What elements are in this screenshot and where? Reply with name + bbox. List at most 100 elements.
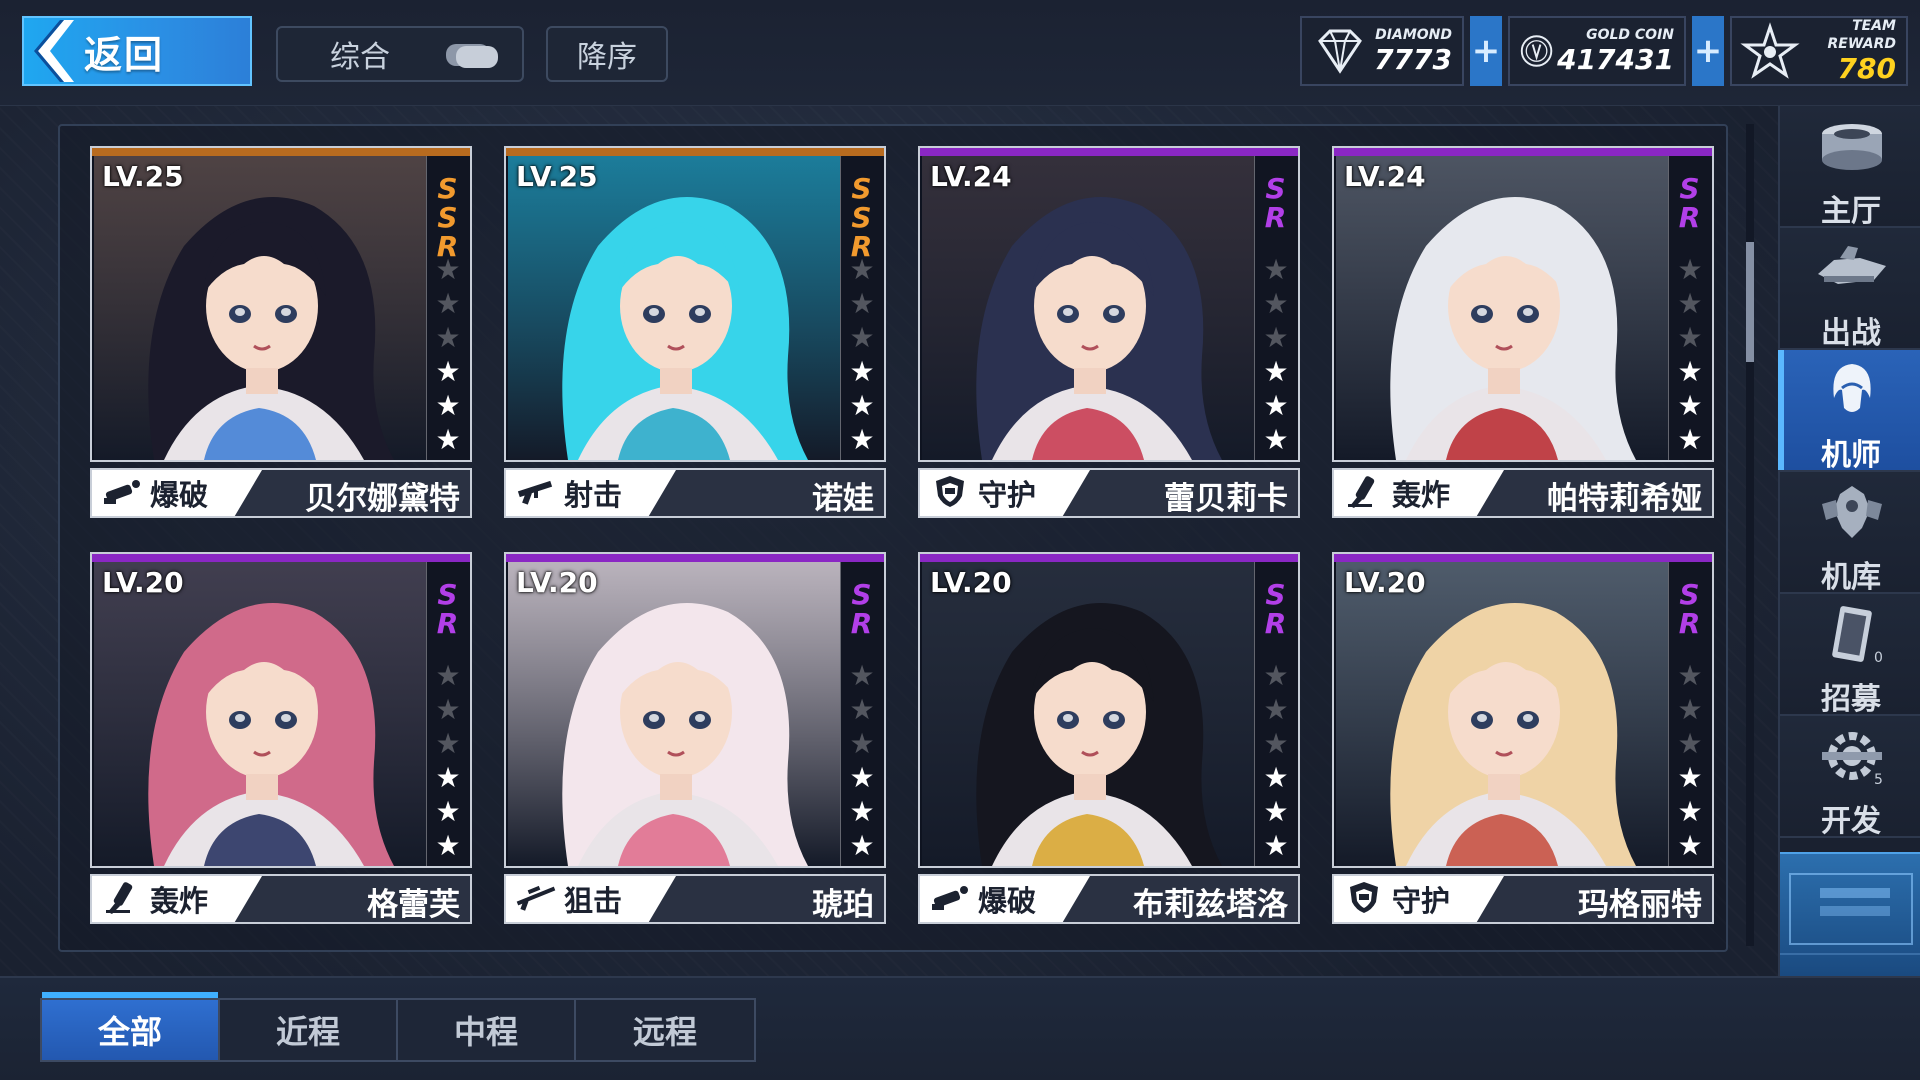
- class-badge: 守护: [920, 470, 1090, 516]
- nav-label: 出战: [1821, 316, 1881, 351]
- pilot-card[interactable]: SSR ★ ★ ★ ★ ★ ★ LV.25 爆破 贝尔娜黛特: [90, 146, 472, 518]
- nav-recruit[interactable]: 0 招募: [1780, 594, 1920, 717]
- star-empty-icon: ★: [849, 287, 875, 320]
- star-filled-icon: ★: [435, 423, 461, 456]
- back-button[interactable]: 返回: [22, 16, 252, 86]
- pilot-portrait-art: [1336, 562, 1668, 866]
- rarity-sidebar: SR ★ ★ ★ ★ ★ ★: [426, 562, 470, 866]
- rarity-label: SR: [1259, 172, 1292, 230]
- star-filled-icon: ★: [849, 761, 875, 794]
- pilot-portrait-art: [922, 562, 1254, 866]
- star-filled-icon: ★: [435, 761, 461, 794]
- pilot-nameplate: 守护 蕾贝莉卡: [918, 468, 1300, 518]
- star-filled-icon: ★: [849, 355, 875, 388]
- sort-label: 综合: [330, 40, 390, 75]
- add-gold-button[interactable]: +: [1692, 16, 1724, 86]
- order-button[interactable]: 降序: [546, 26, 668, 82]
- scrollbar[interactable]: [1746, 124, 1754, 946]
- nav-label: 机库: [1821, 560, 1881, 595]
- nav-sortie[interactable]: 出战: [1780, 228, 1920, 351]
- gold-coin-counter: GOLD COIN 417431: [1508, 16, 1686, 86]
- rarity-sidebar: SR ★ ★ ★ ★ ★ ★: [1668, 156, 1712, 460]
- rarity-bar: [920, 554, 1298, 562]
- pilot-card[interactable]: SR ★ ★ ★ ★ ★ ★ LV.24 守护 蕾贝莉卡: [918, 146, 1300, 518]
- pilot-card[interactable]: SR ★ ★ ★ ★ ★ ★ LV.24 轰炸 帕特莉希娅: [1332, 146, 1714, 518]
- tab-long-range[interactable]: 远程: [576, 1000, 754, 1060]
- pilot-card[interactable]: SSR ★ ★ ★ ★ ★ ★ LV.25 射击 诺娃: [504, 146, 886, 518]
- minimap[interactable]: [1780, 852, 1920, 976]
- develop-gear-icon: 5: [1822, 732, 1883, 788]
- recruit-badge: 0: [1874, 650, 1883, 666]
- star-filled-icon: ★: [1263, 389, 1289, 422]
- pilot-name: 琥珀: [812, 887, 874, 923]
- pilot-nameplate: 爆破 布莉兹塔洛: [918, 874, 1300, 924]
- star-empty-icon: ★: [435, 253, 461, 286]
- pilot-portrait-art: [508, 156, 840, 460]
- star-empty-icon: ★: [1677, 321, 1703, 354]
- star-empty-icon: ★: [849, 659, 875, 692]
- pilot-card[interactable]: SR ★ ★ ★ ★ ★ ★ LV.20 爆破 布莉兹塔洛: [918, 552, 1300, 924]
- star-filled-icon: ★: [1677, 829, 1703, 862]
- add-diamond-button[interactable]: +: [1470, 16, 1502, 86]
- star-empty-icon: ★: [1677, 693, 1703, 726]
- rarity-sidebar: SR ★ ★ ★ ★ ★ ★: [1254, 156, 1298, 460]
- pilot-portrait-art: [94, 156, 426, 460]
- pilot-name: 蕾贝莉卡: [1164, 481, 1288, 517]
- pilot-card[interactable]: SR ★ ★ ★ ★ ★ ★ LV.20 轰炸 格蕾芙: [90, 552, 472, 924]
- level-label: LV.25: [516, 160, 598, 193]
- star-empty-icon: ★: [435, 287, 461, 320]
- rarity-label: SR: [431, 578, 464, 636]
- rarity-bar: [920, 148, 1298, 156]
- tab-all[interactable]: 全部: [42, 992, 220, 1060]
- level-label: LV.20: [102, 566, 184, 599]
- pilot-portrait-art: [1336, 156, 1668, 460]
- rarity-bar: [92, 148, 470, 156]
- rarity-label: SR: [1673, 172, 1706, 230]
- star-rating: ★ ★ ★ ★ ★ ★: [1676, 256, 1704, 454]
- shield-icon: [930, 474, 970, 512]
- sniper-icon: [516, 880, 556, 918]
- nav-label: 机师: [1821, 438, 1881, 473]
- nav-hangar[interactable]: 机库: [1780, 472, 1920, 595]
- pilot-portrait-art: [922, 156, 1254, 460]
- star-filled-icon: ★: [1263, 761, 1289, 794]
- pilot-name: 贝尔娜黛特: [305, 481, 460, 517]
- scrollbar-thumb[interactable]: [1746, 242, 1754, 362]
- level-label: LV.20: [930, 566, 1012, 599]
- rarity-sidebar: SR ★ ★ ★ ★ ★ ★: [1668, 562, 1712, 866]
- class-label: 射击: [564, 478, 623, 512]
- pilot-icon: [1833, 364, 1871, 412]
- pilot-nameplate: 轰炸 帕特莉希娅: [1332, 468, 1714, 518]
- bomber-icon: [1344, 474, 1384, 512]
- gold-coin-value: 417431: [1557, 43, 1674, 76]
- sort-dropdown[interactable]: 综合: [276, 26, 524, 82]
- pilot-card[interactable]: SR ★ ★ ★ ★ ★ ★ LV.20 守护 玛格丽特: [1332, 552, 1714, 924]
- nav-develop[interactable]: 5 开发: [1780, 716, 1920, 839]
- pilot-portrait: SR ★ ★ ★ ★ ★ ★ LV.20: [504, 552, 886, 868]
- star-rating: ★ ★ ★ ★ ★ ★: [848, 256, 876, 454]
- pilot-portrait: SSR ★ ★ ★ ★ ★ ★ LV.25: [504, 146, 886, 462]
- main-hall-icon: [1822, 124, 1882, 170]
- star-empty-icon: ★: [1677, 659, 1703, 692]
- diamond-counter: DIAMOND 7773: [1300, 16, 1464, 86]
- team-reward-counter: TEAM REWARD 780: [1730, 16, 1908, 86]
- star-filled-icon: ★: [1677, 795, 1703, 828]
- plus-icon: +: [1693, 31, 1723, 71]
- recruit-card-icon: 0: [1832, 606, 1883, 666]
- nav-pilot[interactable]: 机师: [1778, 350, 1920, 473]
- rarity-label: SR: [1259, 578, 1292, 636]
- pilot-card[interactable]: SR ★ ★ ★ ★ ★ ★ LV.20 狙击 琥珀: [504, 552, 886, 924]
- diamond-value: 7773: [1374, 43, 1452, 76]
- range-tabs: 全部 近程 中程 远程: [40, 992, 756, 1062]
- tab-mid-range[interactable]: 中程: [398, 1000, 576, 1060]
- nav-label: 主厅: [1821, 194, 1881, 229]
- star-filled-icon: ★: [849, 795, 875, 828]
- rarity-sidebar: SSR ★ ★ ★ ★ ★ ★: [840, 156, 884, 460]
- back-label: 返回: [84, 32, 165, 77]
- pilot-portrait-art: [94, 562, 426, 866]
- nav-main-hall[interactable]: 主厅: [1780, 106, 1920, 229]
- bomber-icon: [102, 880, 142, 918]
- tab-short-range[interactable]: 近程: [220, 1000, 398, 1060]
- star-filled-icon: ★: [849, 829, 875, 862]
- hangar-mech-icon: [1822, 486, 1882, 538]
